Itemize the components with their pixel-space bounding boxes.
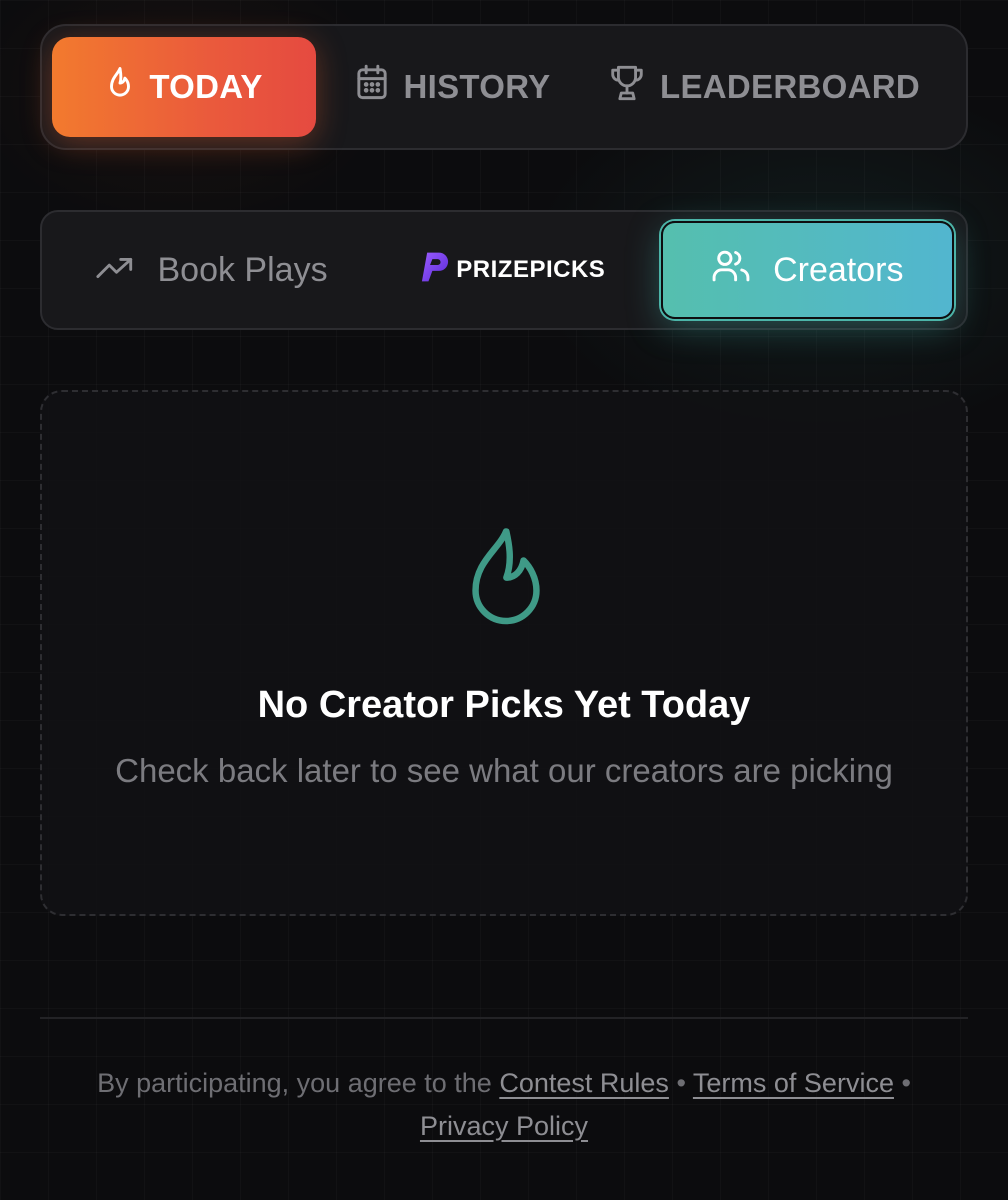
tab-leaderboard-label: LEADERBOARD <box>660 68 920 105</box>
tab-history[interactable]: HISTORY <box>316 37 588 137</box>
calendar-icon <box>354 64 390 110</box>
privacy-policy-link[interactable]: Privacy Policy <box>420 1111 588 1141</box>
legal-footer: By participating, you agree to the Conte… <box>40 1062 968 1148</box>
flame-icon <box>463 524 549 637</box>
footer-separator: • <box>901 1068 911 1098</box>
footer-separator: • <box>676 1068 686 1098</box>
tab-today[interactable]: TODAY <box>52 37 316 137</box>
main-tab-bar: TODAY HISTORY LEADERBOARD <box>40 24 968 150</box>
prizepicks-label: PRIZEPICKS <box>456 256 606 283</box>
tab-today-label: TODAY <box>149 68 263 105</box>
empty-state-subtitle: Check back later to see what our creator… <box>115 752 893 789</box>
empty-state-card: No Creator Picks Yet Today Check back la… <box>40 390 968 916</box>
footer-divider <box>40 1017 968 1019</box>
tab-book-plays-label: Book Plays <box>157 250 328 289</box>
terms-of-service-link[interactable]: Terms of Service <box>693 1068 894 1098</box>
footer-prefix: By participating, you agree to the <box>97 1068 492 1098</box>
empty-state-title: No Creator Picks Yet Today <box>257 684 751 726</box>
tab-creators-label: Creators <box>773 250 904 289</box>
flame-icon <box>105 66 135 108</box>
tab-book-plays[interactable]: Book Plays <box>54 221 369 319</box>
tab-history-label: HISTORY <box>403 68 551 105</box>
trending-up-icon <box>95 251 135 290</box>
category-tab-bar: Book Plays PRIZEPICKS Creators <box>40 210 968 330</box>
tab-leaderboard[interactable]: LEADERBOARD <box>588 37 940 137</box>
contest-rules-link[interactable]: Contest Rules <box>499 1068 669 1098</box>
tab-creators[interactable]: Creators <box>660 221 954 319</box>
prizepicks-logo-icon <box>420 250 450 291</box>
trophy-icon <box>608 63 646 111</box>
tab-prizepicks[interactable]: PRIZEPICKS <box>369 221 656 319</box>
users-icon <box>711 247 751 294</box>
